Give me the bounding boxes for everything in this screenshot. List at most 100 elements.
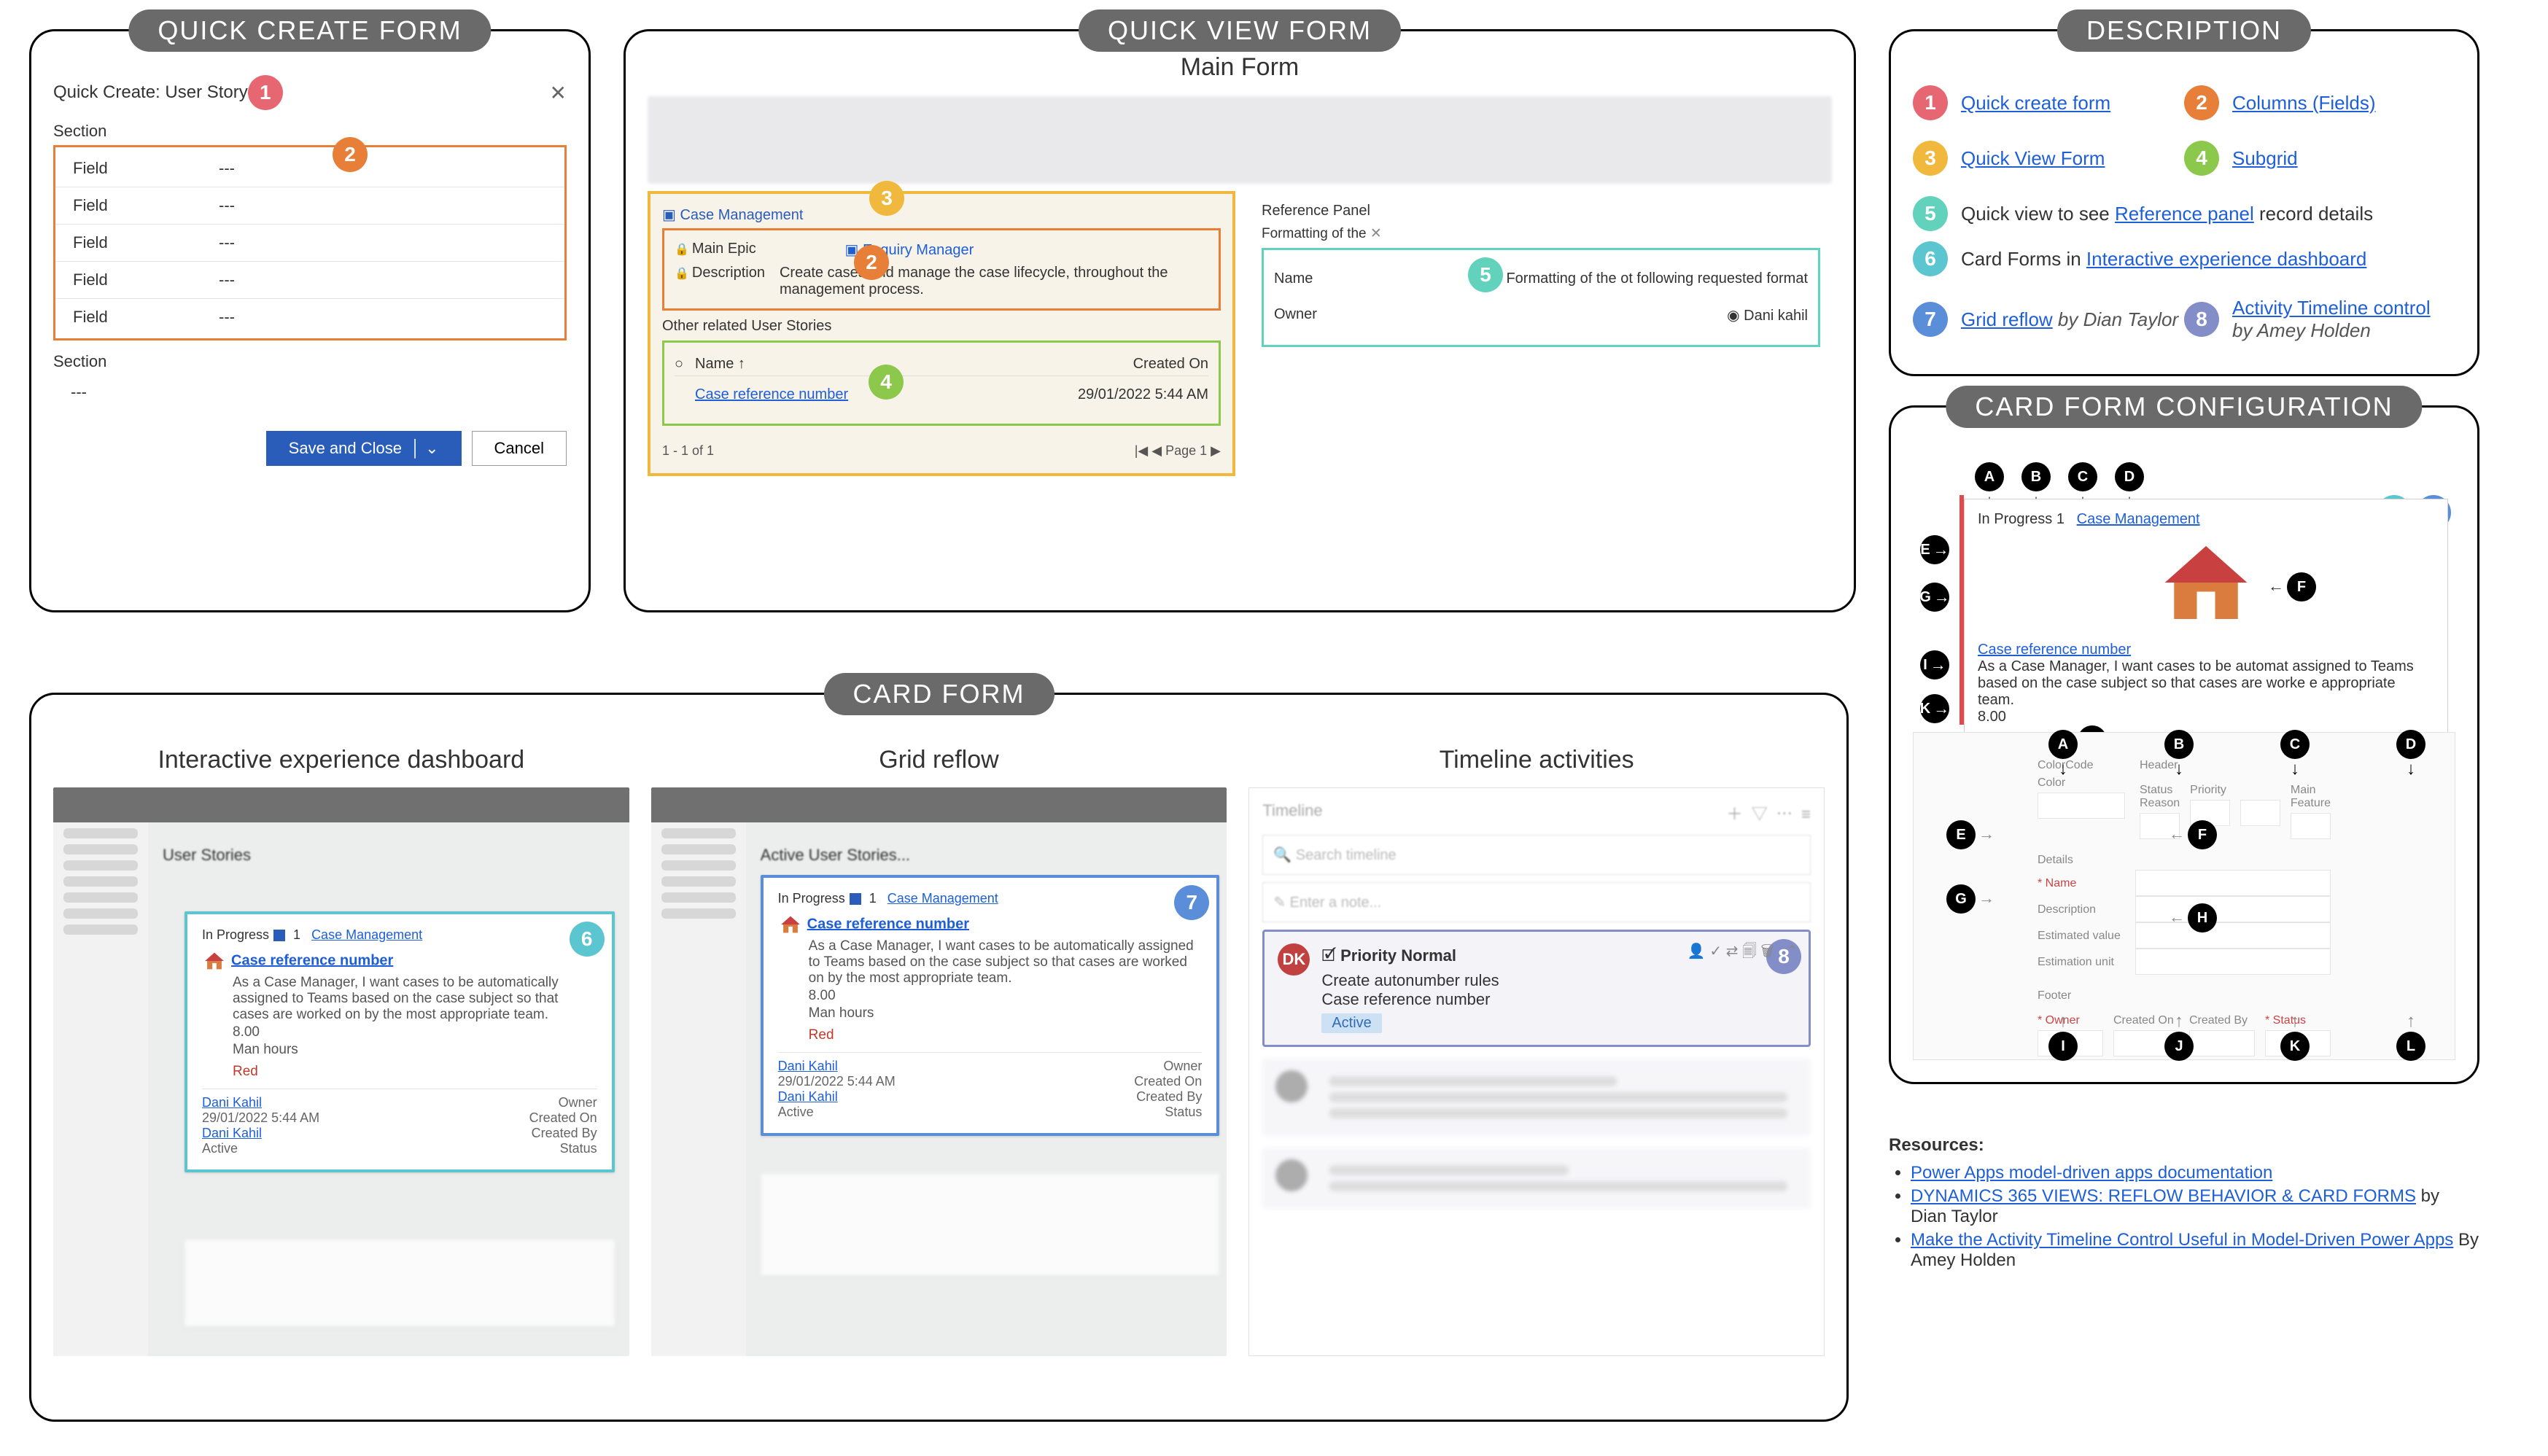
letter-i: I: [1920, 650, 1949, 680]
badge-2: 2: [854, 245, 889, 280]
resource-link[interactable]: Make the Activity Timeline Control Usefu…: [1911, 1230, 2453, 1250]
description-panel: DESCRIPTION 1Quick create form 2Columns …: [1889, 29, 2479, 376]
quick-view-box: 3 ▣ Case Management 2 🔒Main Epic▣ Enquir…: [648, 191, 1235, 476]
col-name[interactable]: Name ↑: [695, 356, 1133, 373]
badge-1: 1: [248, 75, 283, 110]
timeline-screenshot: Timeline ＋ ▽ ⋯ ≡ 🔍 Search timeline ✎ Ente…: [1248, 787, 1825, 1356]
badge-3: 3: [869, 181, 904, 216]
timeline-title: Timeline: [1262, 801, 1322, 825]
desc-input[interactable]: [2135, 896, 2331, 922]
ref-panel-title: Reference Panel: [1262, 203, 1820, 219]
badge-8: 8: [2184, 302, 2219, 337]
config-form: A B C D E G F H ColorCodeColor: [1913, 732, 2455, 1060]
fields-box: 2 Field--- Field--- Field--- Field--- Fi…: [53, 145, 567, 340]
avatar: DK: [1278, 943, 1310, 976]
letter-a: A: [2048, 730, 2078, 759]
resources-title: Resources:: [1889, 1135, 1984, 1155]
badge-4: 4: [869, 365, 904, 400]
letter-f: F: [2287, 572, 2316, 602]
color-input[interactable]: [2038, 793, 2125, 819]
timeline-card-8[interactable]: 8 DK 🗹 Priority Normal Create autonumber…: [1262, 930, 1811, 1047]
letter-b: B: [2164, 730, 2194, 759]
col-created[interactable]: Created On: [1133, 356, 1208, 373]
quick-create-panel: QUICK CREATE FORM Quick Create: User Sto…: [29, 29, 591, 612]
field-value[interactable]: ---: [219, 270, 235, 289]
subgrid-date: 29/01/2022 5:44 AM: [1078, 386, 1208, 403]
panel-title: CARD FORM: [824, 673, 1054, 715]
quick-view-panel: QUICK VIEW FORM Main Form 3 ▣ Case Manag…: [624, 29, 1856, 612]
link-quick-create[interactable]: Quick create form: [1961, 92, 2110, 114]
qv-title-link[interactable]: Case Management: [680, 207, 803, 223]
card-desc: As a Case Manager, I want cases to be au…: [233, 975, 597, 1023]
house-icon: [202, 949, 227, 973]
badge-3: 3: [1913, 141, 1948, 176]
link-columns[interactable]: Columns (Fields): [2232, 92, 2376, 114]
tl-status-pill: Active: [1321, 1013, 1381, 1033]
subgrid-box: 4 ○Name ↑Created On Case reference numbe…: [662, 340, 1221, 426]
card-title-link[interactable]: Case reference number: [807, 916, 969, 932]
save-button[interactable]: Save and Close │ ⌄: [266, 431, 462, 466]
form-header-blur: [648, 96, 1832, 184]
card-form-panel: CARD FORM Interactive experience dashboa…: [29, 693, 1849, 1422]
related-title: Other related User Stories: [662, 318, 1221, 335]
card-title-link[interactable]: Case reference number: [231, 952, 393, 968]
card-example-7[interactable]: 7 In Progress 1 Case Management Case ref…: [761, 875, 1220, 1136]
panel-title: QUICK CREATE FORM: [128, 9, 491, 52]
link-subgrid[interactable]: Subgrid: [2232, 147, 2298, 170]
letter-g: G: [1920, 583, 1949, 612]
letter-c: C: [2280, 730, 2310, 759]
field-value[interactable]: ---: [219, 233, 235, 252]
name-input[interactable]: [2135, 870, 2331, 896]
field-value[interactable]: ---: [219, 308, 235, 327]
cancel-button[interactable]: Cancel: [472, 431, 567, 466]
letter-l: L: [2396, 1032, 2425, 1061]
letter-e: E: [1920, 535, 1949, 564]
badge-7: 7: [1913, 302, 1948, 337]
resource-link[interactable]: DYNAMICS 365 VIEWS: REFLOW BEHAVIOR & CA…: [1911, 1186, 2416, 1206]
resource-link[interactable]: Power Apps model-driven apps documentati…: [1911, 1163, 2272, 1183]
card-desc: As a Case Manager, I want cases to be au…: [1978, 658, 2434, 709]
card-tag: Red: [809, 1027, 1203, 1043]
enter-note[interactable]: ✎ Enter a note...: [1262, 882, 1811, 922]
field-value[interactable]: ---: [219, 196, 235, 215]
letter-f: F: [2188, 820, 2217, 849]
field-value[interactable]: ---: [53, 375, 567, 409]
search-timeline[interactable]: 🔍 Search timeline: [1262, 835, 1811, 875]
dashboard-screenshot: User Stories 6 In Progress 1 Case Manage…: [53, 787, 629, 1356]
card-title-link[interactable]: Case reference number: [1978, 642, 2131, 658]
main-epic-label: 🔒Main Epic: [675, 241, 756, 259]
letter-k: K: [1920, 694, 1949, 723]
badge-4: 4: [2184, 141, 2219, 176]
panel-title: CARD FORM CONFIGURATION: [1946, 386, 2422, 428]
cf-title-1: Interactive experience dashboard: [53, 746, 629, 774]
field-label: Field: [73, 159, 219, 178]
desc-6: Card Forms in Interactive experience das…: [1961, 248, 2366, 270]
letter-e: E: [1946, 820, 1976, 849]
badge-5: 5: [1468, 257, 1503, 292]
ref-tab[interactable]: Formatting of the: [1262, 226, 1367, 241]
desc-value: Create cases and manage the case lifecyc…: [780, 265, 1208, 298]
tl-action-icons[interactable]: 👤 ✓ ⇄ 🗐 🗑 ⌃: [1687, 941, 1798, 965]
section-label: Section: [53, 352, 567, 371]
letter-b: B: [2021, 462, 2051, 491]
tl-title: Priority Normal: [1340, 946, 1456, 965]
field-label: Field: [73, 233, 219, 252]
close-icon[interactable]: ✕: [550, 81, 567, 105]
badge-1: 1: [1913, 85, 1948, 120]
name-label: Name: [1274, 270, 1347, 287]
panel-title: DESCRIPTION: [2057, 9, 2311, 52]
desc-7: Grid reflow by Dian Taylor: [1961, 308, 2178, 331]
columns-box: 2 🔒Main Epic▣ Enquiry Manager 🔒Descripti…: [662, 228, 1221, 311]
field-value[interactable]: ---: [219, 159, 235, 178]
letter-k: K: [2280, 1032, 2310, 1061]
owner-label: Owner: [1274, 306, 1347, 324]
cf-title-3: Timeline activities: [1248, 746, 1825, 774]
timeline-icons[interactable]: ＋ ▽ ⋯ ≡: [1726, 801, 1811, 825]
card-example-6[interactable]: 6 In Progress 1 Case Management Case ref…: [185, 911, 615, 1172]
link-quick-view[interactable]: Quick View Form: [1961, 147, 2105, 170]
desc-label: 🔒Description: [675, 265, 765, 298]
card-tag: Red: [233, 1064, 597, 1080]
house-icon: [778, 912, 803, 937]
name-value: Formatting of the ot following requested…: [1506, 270, 1808, 287]
house-icon: [1978, 625, 2434, 641]
